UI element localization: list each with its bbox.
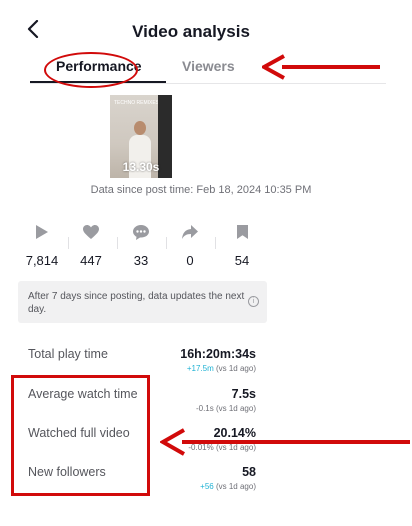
data-update-notice: After 7 days since posting, data updates… — [18, 281, 267, 323]
header: Video analysis — [0, 0, 412, 52]
metric-delta-suffix: (vs 1d ago) — [213, 404, 256, 413]
metric-delta-number: +17.5m — [186, 364, 214, 373]
tab-viewers[interactable]: Viewers — [182, 58, 235, 74]
share-icon — [166, 223, 214, 241]
stat-value: 7,814 — [25, 253, 59, 268]
stat-value: 447 — [80, 253, 102, 268]
metric-delta: +17.5m (vs 1d ago) — [187, 364, 256, 373]
heart-icon — [67, 223, 115, 241]
play-icon — [18, 223, 66, 241]
comment-icon — [117, 223, 165, 241]
stat-saves: 54 — [218, 223, 266, 268]
metric-delta-suffix: (vs 1d ago) — [213, 364, 256, 373]
page-title: Video analysis — [132, 22, 250, 41]
bookmark-icon — [218, 223, 266, 241]
annotation-ellipse — [44, 52, 138, 88]
stat-value: 0 — [186, 253, 194, 268]
metric-delta-suffix: (vs 1d ago) — [213, 482, 256, 491]
metric-delta: +56 (vs 1d ago) — [200, 482, 256, 491]
annotation-box — [11, 375, 150, 496]
stats-row: 7,814 447 33 0 54 — [18, 223, 274, 273]
stat-likes: 447 — [67, 223, 115, 268]
stat-value: 54 — [234, 253, 250, 268]
stat-value: 33 — [133, 253, 149, 268]
notice-text: After 7 days since posting, data updates… — [28, 291, 245, 315]
stat-views: 7,814 — [18, 223, 66, 268]
info-icon[interactable]: i — [248, 296, 259, 307]
video-duration: 13.30s — [122, 160, 160, 174]
metric-label: Total play time — [28, 347, 108, 361]
annotation-arrow-tabs — [262, 54, 380, 80]
metric-delta-number: -0.1s — [195, 404, 214, 413]
video-thumbnail[interactable]: TECHNO REMIXES > 13.30s — [110, 95, 172, 178]
annotation-arrow-metrics — [160, 428, 410, 456]
stat-comments: 33 — [117, 223, 165, 268]
metric-value: 16h:20m:34s — [180, 347, 256, 361]
stat-divider — [215, 237, 216, 249]
metric-value: 7.5s — [231, 387, 256, 401]
data-since-text: Data since post time: Feb 18, 2024 10:35… — [90, 184, 312, 196]
metric-delta: -0.1s (vs 1d ago) — [196, 404, 256, 413]
metric-delta-number: +56 — [200, 482, 214, 491]
metric-value: 58 — [242, 465, 256, 479]
thumbnail-person — [134, 121, 146, 135]
metric-total-play-time: Total play time 16h:20m:34s +17.5m (vs 1… — [28, 347, 256, 377]
thumbnail-caption: TECHNO REMIXES > — [114, 100, 164, 106]
stat-shares: 0 — [166, 223, 214, 268]
